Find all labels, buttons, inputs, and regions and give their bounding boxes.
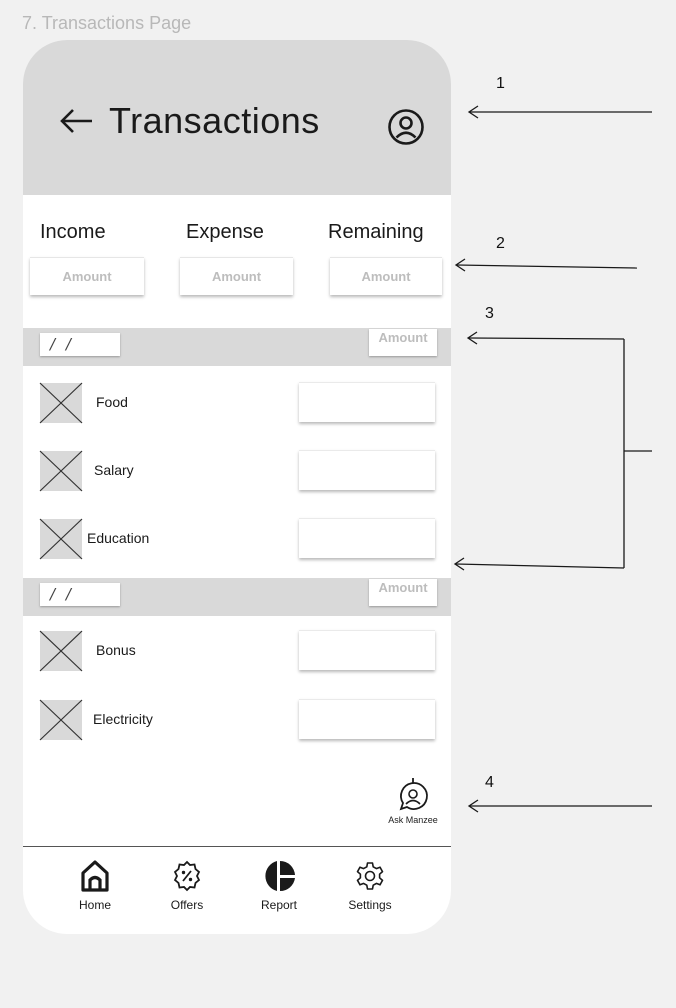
annotation-number: 1 — [496, 75, 505, 92]
annotation-number: 4 — [485, 774, 494, 791]
annotation-arrows — [453, 105, 652, 813]
annotation-number: 2 — [496, 235, 505, 252]
annotation-number: 3 — [485, 305, 494, 322]
